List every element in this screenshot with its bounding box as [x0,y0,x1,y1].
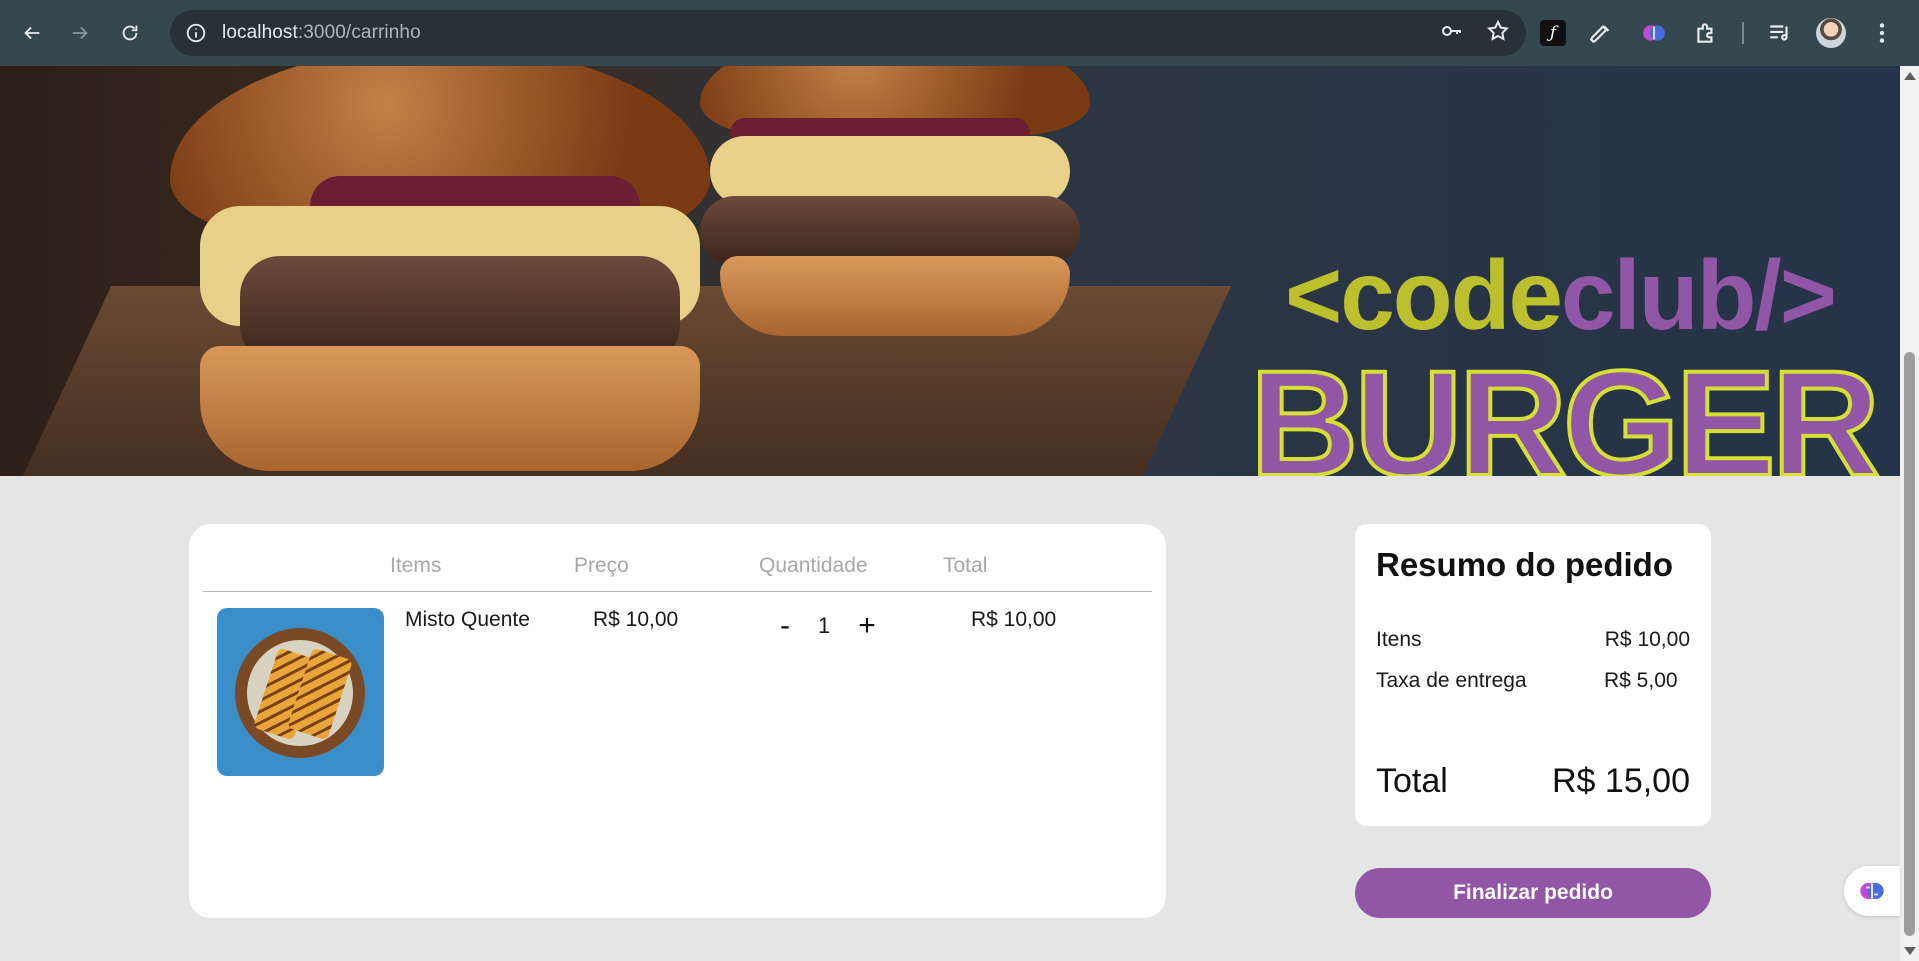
summary-delivery-value: R$ 5,00 [1604,669,1678,692]
site-info-icon[interactable] [184,21,208,45]
logo-code-text: <code [1285,240,1563,350]
reload-button[interactable] [110,13,150,53]
browser-toolbar: localhost:3000/carrinho ƒ [0,0,1919,66]
scroll-thumb[interactable] [1904,352,1915,936]
burger-front-image [160,66,720,476]
increase-quantity-button[interactable]: + [858,611,876,641]
header-price: Preço [574,554,629,577]
summary-title: Resumo do pedido [1376,546,1673,583]
font-extension-icon[interactable]: ƒ [1540,20,1566,46]
profile-avatar[interactable] [1816,18,1846,48]
forward-button[interactable] [60,13,100,53]
color-picker-icon[interactable] [1586,17,1618,49]
arrow-right-icon [72,26,88,40]
codeclub-burger-logo: <codeclub/> BURGER [1248,246,1882,476]
summary-total-value: R$ 15,00 [1552,762,1690,800]
address-bar[interactable]: localhost:3000/carrinho [170,10,1526,56]
password-key-icon[interactable] [1440,19,1464,48]
more-menu-icon[interactable] [1866,17,1898,49]
header-total: Total [943,554,988,577]
header-quantity: Quantidade [759,554,868,577]
header-items: Items [390,554,442,577]
bookmark-star-icon[interactable] [1486,19,1510,48]
logo-burger-text: BURGER [1248,339,1882,476]
scroll-up-arrow[interactable] [1904,72,1916,80]
page-scrollbar[interactable] [1900,66,1919,961]
product-total: R$ 10,00 [971,608,1057,631]
summary-items-row: Itens R$ 10,00 [1376,628,1690,652]
cart-table-header: Items Preço Quantidade Total [203,554,1152,592]
cart-card: Items Preço Quantidade Total Misto Quent… [189,524,1166,918]
summary-delivery-label: Taxa de entrega [1376,669,1527,692]
back-button[interactable] [12,13,52,53]
reload-icon [122,25,138,41]
product-image [217,608,384,776]
decrease-quantity-button[interactable]: - [780,611,790,641]
summary-items-value: R$ 10,00 [1604,628,1690,651]
product-name: Misto Quente [405,608,530,631]
burger-back-image [690,66,1100,366]
hero-banner: <codeclub/> BURGER [0,66,1900,476]
url-path: :3000/carrinho [297,22,421,43]
brain-extension-icon[interactable] [1638,17,1670,49]
quantity-stepper: - 1 + [780,610,876,642]
toolbar-separator [1742,22,1744,44]
extensions-puzzle-icon[interactable] [1690,17,1722,49]
summary-total-label: Total [1376,762,1448,800]
brain-icon [1860,882,1884,900]
order-summary-card: Resumo do pedido Itens R$ 10,00 Taxa de … [1355,524,1711,826]
url-text: localhost:3000/carrinho [222,22,421,44]
finalize-order-button[interactable]: Finalizar pedido [1355,868,1711,918]
logo-club-text: club/> [1561,240,1837,350]
media-queue-icon[interactable] [1764,17,1796,49]
quantity-value: 1 [818,613,831,638]
product-price: R$ 10,00 [593,608,679,631]
scroll-down-arrow[interactable] [1904,947,1916,955]
summary-items-label: Itens [1376,628,1422,651]
floating-assistant-button[interactable] [1844,866,1900,916]
url-host: localhost [222,22,298,43]
summary-total-row: Total R$ 15,00 [1376,762,1690,801]
summary-delivery-row: Taxa de entrega R$ 5,00 [1376,669,1690,693]
arrow-left-icon [24,26,40,40]
